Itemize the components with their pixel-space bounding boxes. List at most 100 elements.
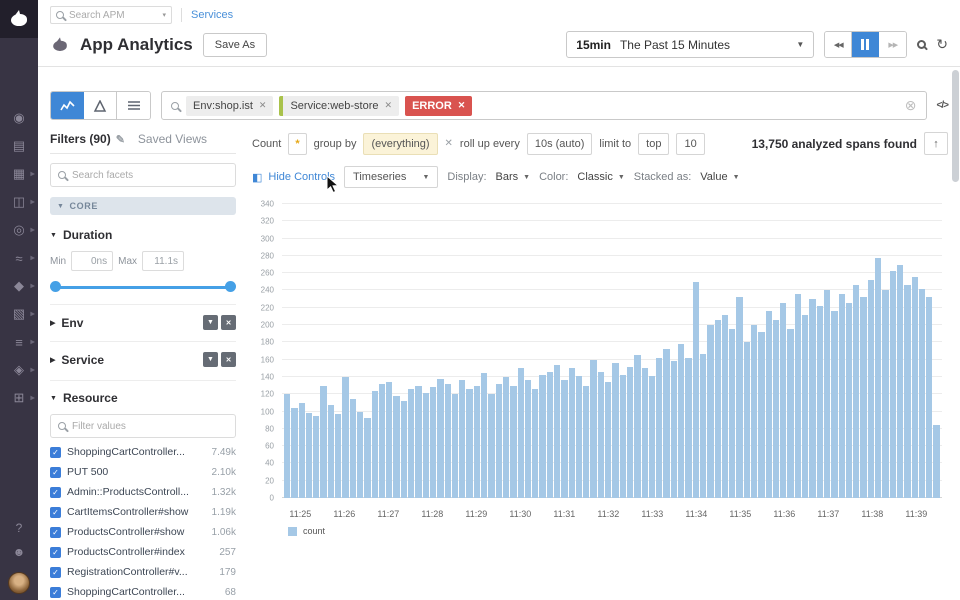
sidebar-item-watchdog[interactable]: ◉ (0, 104, 38, 132)
breadcrumb-services[interactable]: Services (191, 9, 233, 21)
sidebar-item-monitors[interactable]: ◎▶ (0, 216, 38, 244)
bar[interactable] (547, 372, 553, 498)
bar[interactable] (437, 379, 443, 498)
bar[interactable] (423, 393, 429, 498)
facet-value-row[interactable]: ✓Admin::ProductsControll...1.32k (50, 482, 236, 502)
bar[interactable] (897, 265, 903, 498)
slider-handle-min[interactable] (50, 281, 61, 292)
refresh-button[interactable]: ↻ (936, 36, 948, 53)
bar[interactable] (503, 377, 509, 498)
bar[interactable] (350, 399, 356, 498)
bar[interactable] (722, 315, 728, 498)
bar[interactable] (284, 394, 290, 498)
bar[interactable] (481, 373, 487, 498)
bar[interactable] (364, 418, 370, 498)
page-scrollbar-thumb[interactable] (952, 70, 959, 182)
bar[interactable] (627, 367, 633, 498)
sidebar-item-integrations[interactable]: ⊞▶ (0, 384, 38, 412)
bar[interactable] (846, 303, 852, 498)
measure-star-button[interactable]: * (288, 133, 306, 155)
bar[interactable] (853, 285, 859, 498)
filter-funnel-icon[interactable]: ▼ (203, 315, 218, 330)
bar[interactable] (569, 368, 575, 498)
rollup-value-button[interactable]: 10s (auto) (527, 133, 593, 155)
checkbox-checked-icon[interactable]: ✓ (50, 487, 61, 498)
bar[interactable] (744, 342, 750, 498)
color-select[interactable]: Classic ▼ (577, 171, 624, 183)
bar[interactable] (496, 384, 502, 498)
bar[interactable] (824, 290, 830, 498)
viz-type-select[interactable]: Timeseries ▼ (344, 166, 438, 188)
bar[interactable] (751, 325, 757, 498)
timeseries-chart[interactable]: 0204060801001201401601802002202402602803… (252, 204, 948, 526)
bar[interactable] (868, 280, 874, 498)
bar[interactable] (620, 375, 626, 498)
bar[interactable] (787, 329, 793, 498)
filter-funnel-icon[interactable]: ▼ (203, 352, 218, 367)
bar[interactable] (656, 358, 662, 498)
filter-pill-error[interactable]: ERROR✕ (405, 96, 472, 116)
sidebar-item-events[interactable]: ▤ (0, 132, 38, 160)
bar[interactable] (452, 394, 458, 498)
facet-section-service[interactable]: ▶ Service ▼ ✕ (50, 341, 236, 367)
sidebar-item-apm[interactable]: ◆▶ (0, 272, 38, 300)
bar[interactable] (466, 389, 472, 498)
bar[interactable] (554, 365, 560, 498)
limit-mode-button[interactable]: top (638, 133, 669, 155)
bar[interactable] (875, 258, 881, 498)
chevron-down-icon[interactable]: ▾ (162, 11, 166, 19)
slider-handle-max[interactable] (225, 281, 236, 292)
bar[interactable] (831, 311, 837, 498)
bar[interactable] (510, 386, 516, 498)
filter-pill-service[interactable]: Service:web-store✕ (279, 96, 399, 116)
bar[interactable] (912, 277, 918, 498)
datadog-logo[interactable] (0, 0, 38, 38)
sidebar-item-help[interactable]: ? (0, 516, 38, 540)
sidebar-item-infrastructure[interactable]: ◫▶ (0, 188, 38, 216)
bar[interactable] (839, 294, 845, 498)
duration-max-input[interactable] (142, 251, 184, 271)
bar[interactable] (525, 380, 531, 498)
sidebar-item-dashboards[interactable]: ▦▶ (0, 160, 38, 188)
time-range-picker[interactable]: 15min The Past 15 Minutes ▼ (566, 31, 814, 58)
bar[interactable] (890, 271, 896, 498)
bar[interactable] (693, 282, 699, 498)
bar[interactable] (328, 405, 334, 498)
remove-filter-icon[interactable]: ✕ (458, 100, 466, 111)
query-search-bar[interactable]: Env:shop.ist✕Service:web-store✕ERROR✕ ⊗ (161, 91, 927, 120)
checkbox-checked-icon[interactable]: ✓ (50, 547, 61, 558)
bar[interactable] (357, 412, 363, 498)
remove-filter-icon[interactable]: ✕ (259, 100, 267, 111)
bar[interactable] (634, 355, 640, 498)
facet-section-resource[interactable]: ▼ Resource (50, 380, 236, 405)
bar[interactable] (904, 285, 910, 498)
checkbox-checked-icon[interactable]: ✓ (50, 447, 61, 458)
bar[interactable] (393, 396, 399, 498)
export-button[interactable]: ↑ (924, 132, 948, 155)
remove-facet-icon[interactable]: ✕ (221, 315, 236, 330)
toplist-view-button[interactable] (84, 92, 117, 119)
facet-value-row[interactable]: ✓PUT 5002.10k (50, 462, 236, 482)
bar[interactable] (707, 325, 713, 498)
bar[interactable] (539, 375, 545, 498)
remove-filter-icon[interactable]: ✕ (385, 100, 393, 111)
sidebar-item-logs[interactable]: ≡▶ (0, 328, 38, 356)
bar[interactable] (576, 376, 582, 498)
clear-query-icon[interactable]: ⊗ (905, 97, 917, 114)
bar[interactable] (415, 386, 421, 498)
bar[interactable] (342, 377, 348, 498)
bar[interactable] (715, 320, 721, 498)
bar[interactable] (532, 389, 538, 498)
bar[interactable] (926, 297, 932, 498)
step-forward-button[interactable]: ▶▶ (879, 32, 906, 57)
remove-facet-icon[interactable]: ✕ (221, 352, 236, 367)
facet-value-row[interactable]: ✓CartItemsController#show1.19k (50, 502, 236, 522)
apm-search-box[interactable]: ▾ (50, 6, 172, 24)
bar[interactable] (313, 416, 319, 498)
bar[interactable] (430, 387, 436, 498)
bar[interactable] (766, 311, 772, 498)
duration-slider[interactable] (52, 281, 234, 293)
sidebar-item-organization[interactable]: ☻ (0, 540, 38, 564)
zoom-search-button[interactable] (917, 40, 926, 49)
display-select[interactable]: Bars ▼ (496, 171, 531, 183)
